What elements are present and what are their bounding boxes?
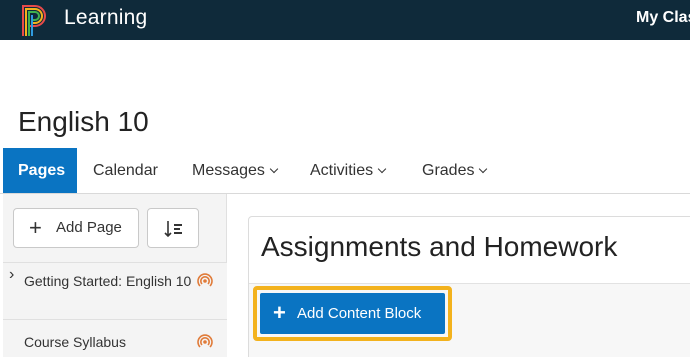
tab-pages-label: Pages	[18, 162, 66, 179]
plus-icon: +	[273, 300, 286, 325]
brand-name: Learning	[64, 6, 148, 29]
sort-order-icon	[164, 221, 182, 238]
add-page-label: Add Page	[56, 219, 122, 236]
section-title: Assignments and Homework	[261, 231, 618, 262]
plus-icon: +	[29, 215, 42, 240]
broadcast-icon	[197, 273, 213, 287]
tab-calendar[interactable]: Calendar	[93, 148, 158, 193]
broadcast-icon	[197, 334, 213, 348]
chevron-right-icon[interactable]: ›	[9, 266, 14, 284]
tab-grades-label: Grades	[422, 162, 475, 179]
logo-icon[interactable]	[20, 3, 50, 37]
chevron-down-icon	[269, 164, 279, 174]
sidebar-page-getting-started[interactable]: › Getting Started: English 10	[3, 262, 227, 319]
sidebar-page-label: Course Syllabus	[24, 334, 126, 350]
tab-activities-label: Activities	[310, 162, 374, 179]
tab-activities[interactable]: Activities	[310, 148, 387, 193]
tab-messages[interactable]: Messages	[192, 148, 279, 193]
tab-pages[interactable]: Pages	[3, 148, 77, 193]
course-title: English 10	[18, 106, 149, 137]
add-page-button[interactable]: + Add Page	[13, 208, 139, 248]
add-content-block-label: Add Content Block	[297, 305, 422, 322]
tab-grades[interactable]: Grades	[422, 148, 488, 193]
top-bar: Learning My Clas	[0, 0, 690, 40]
sidebar-page-course-syllabus[interactable]: Course Syllabus	[3, 319, 227, 357]
chevron-down-icon	[479, 164, 488, 174]
chevron-down-icon	[377, 164, 387, 174]
tab-messages-label: Messages	[192, 162, 265, 179]
tab-calendar-label: Calendar	[93, 162, 158, 179]
add-content-block-button[interactable]: + Add Content Block	[260, 293, 445, 334]
course-nav: Pages Calendar Messages Activities Grade…	[0, 148, 690, 194]
my-classes-link[interactable]: My Clas	[636, 9, 690, 27]
sidebar-page-label: Getting Started: English 10	[24, 273, 192, 289]
reorder-pages-button[interactable]	[147, 208, 199, 248]
pages-sidebar: + Add Page › Getting Started: English 10…	[3, 194, 227, 357]
